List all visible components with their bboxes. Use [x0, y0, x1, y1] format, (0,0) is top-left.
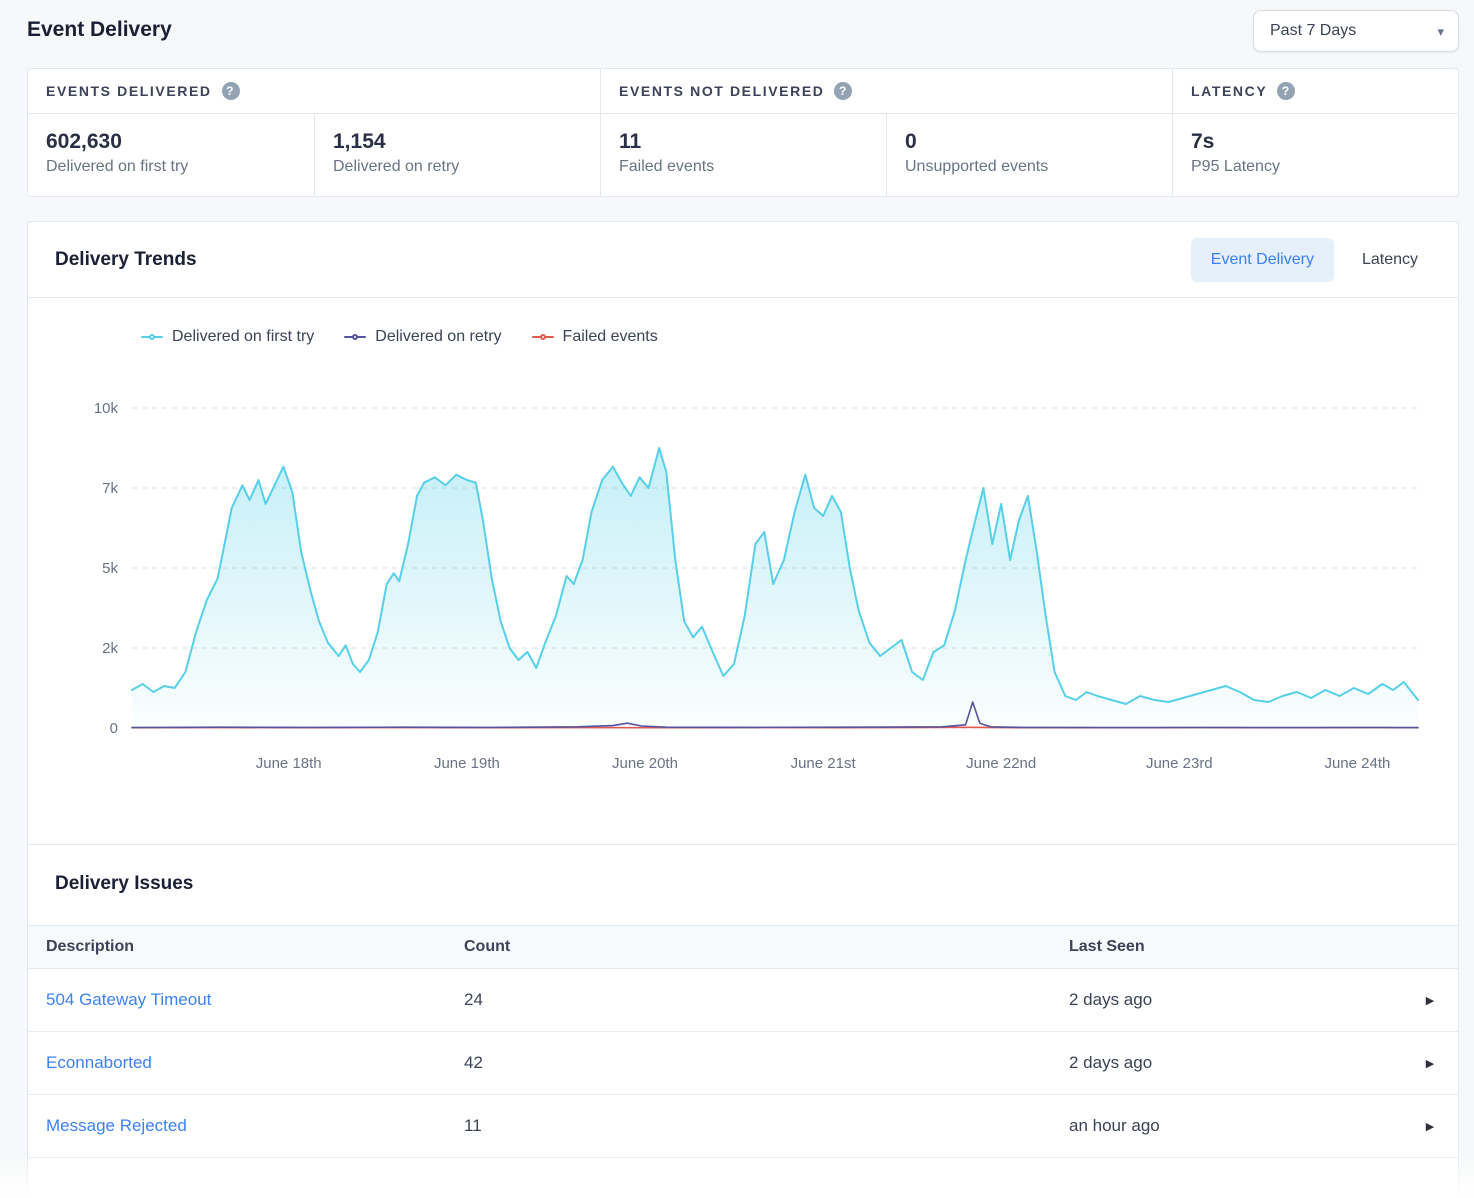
date-range-select[interactable]: Past 7 Days — [1253, 10, 1459, 52]
svg-text:June 21st: June 21st — [791, 755, 857, 772]
table-row[interactable]: 504 Gateway Timeout 24 2 days ago — [28, 969, 1458, 1032]
stats-values-row: 602,630 Delivered on first try 1,154 Del… — [28, 114, 1458, 196]
metric-p95-latency: 7s P95 Latency — [1172, 114, 1458, 196]
metric-unsupported-events: 0 Unsupported events — [886, 114, 1172, 196]
chevron-right-icon[interactable] — [1426, 1057, 1434, 1070]
svg-text:June 20th: June 20th — [612, 755, 678, 772]
svg-text:0: 0 — [110, 720, 118, 737]
legend-delivered-first-try[interactable]: Delivered on first try — [141, 328, 314, 346]
metric-delivered-retry: 1,154 Delivered on retry — [314, 114, 600, 196]
issue-last-seen: 2 days ago — [1069, 1053, 1402, 1073]
line-dot-marker-icon — [344, 333, 366, 341]
chevron-right-icon[interactable] — [1426, 994, 1434, 1007]
col-description: Description — [46, 938, 464, 956]
metric-value: 602,630 — [46, 130, 296, 154]
table-header-row: Description Count Last Seen — [28, 925, 1458, 969]
col-count: Count — [464, 938, 1069, 956]
svg-text:June 18th: June 18th — [256, 755, 322, 772]
chart-legend: Delivered on first try Delivered on retr… — [141, 328, 1458, 346]
legend-label: Delivered on retry — [375, 328, 501, 346]
line-dot-marker-icon — [532, 333, 554, 341]
legend-delivered-retry[interactable]: Delivered on retry — [344, 328, 501, 346]
issue-count: 11 — [464, 1116, 1069, 1136]
metric-label: Unsupported events — [905, 158, 1154, 176]
delivery-issues-table: Description Count Last Seen 504 Gateway … — [28, 925, 1458, 1158]
legend-label: Delivered on first try — [172, 328, 314, 346]
table-row[interactable]: Message Rejected 11 an hour ago — [28, 1095, 1458, 1158]
svg-text:2k: 2k — [102, 640, 118, 657]
trends-tabs: Event Delivery Latency — [1191, 238, 1438, 282]
help-icon[interactable] — [834, 82, 852, 100]
legend-failed-events[interactable]: Failed events — [532, 328, 658, 346]
tab-event-delivery[interactable]: Event Delivery — [1191, 238, 1334, 282]
metric-label: P95 Latency — [1191, 158, 1440, 176]
svg-text:5k: 5k — [102, 560, 118, 577]
help-icon[interactable] — [1277, 82, 1295, 100]
issue-link[interactable]: Econnaborted — [46, 1053, 464, 1073]
issue-link[interactable]: Message Rejected — [46, 1116, 464, 1136]
metric-failed-events: 11 Failed events — [600, 114, 886, 196]
svg-text:10k: 10k — [94, 400, 119, 417]
metric-delivered-first-try: 602,630 Delivered on first try — [28, 114, 314, 196]
events-delivered-title: EVENTS DELIVERED — [46, 83, 212, 99]
issue-count: 42 — [464, 1053, 1069, 1073]
events-not-delivered-title: EVENTS NOT DELIVERED — [619, 83, 824, 99]
svg-text:7k: 7k — [102, 480, 118, 497]
svg-text:June 22nd: June 22nd — [966, 755, 1036, 772]
trends-title: Delivery Trends — [55, 249, 197, 271]
metric-label: Delivered on retry — [333, 158, 582, 176]
chevron-down-icon — [1437, 25, 1444, 38]
stats-section-latency: LATENCY — [1172, 69, 1458, 113]
legend-label: Failed events — [563, 328, 658, 346]
issue-count: 24 — [464, 990, 1069, 1010]
svg-text:June 23rd: June 23rd — [1146, 755, 1213, 772]
help-icon[interactable] — [222, 82, 240, 100]
svg-text:June 19th: June 19th — [434, 755, 500, 772]
line-dot-marker-icon — [141, 333, 163, 341]
stats-summary-card: EVENTS DELIVERED EVENTS NOT DELIVERED LA… — [27, 68, 1459, 197]
chevron-right-icon[interactable] — [1426, 1120, 1434, 1133]
delivery-trends-card: Delivery Trends Event Delivery Latency D… — [27, 221, 1459, 1198]
metric-value: 11 — [619, 130, 868, 154]
page-title: Event Delivery — [27, 18, 172, 42]
col-last-seen: Last Seen — [1069, 938, 1402, 956]
stats-header-row: EVENTS DELIVERED EVENTS NOT DELIVERED LA… — [28, 69, 1458, 114]
date-range-value: Past 7 Days — [1270, 22, 1356, 40]
page-header: Event Delivery Past 7 Days — [27, 0, 1459, 68]
issue-last-seen: an hour ago — [1069, 1116, 1402, 1136]
svg-text:June 24th: June 24th — [1324, 755, 1390, 772]
metric-value: 7s — [1191, 130, 1440, 154]
metric-value: 0 — [905, 130, 1154, 154]
delivery-trends-chart: 0 2k 5k 7k 10k June 18th June 19th June 20th Jun… — [52, 394, 1434, 774]
metric-label: Delivered on first try — [46, 158, 296, 176]
stats-section-events-not-delivered: EVENTS NOT DELIVERED — [600, 69, 1172, 113]
table-row[interactable]: Econnaborted 42 2 days ago — [28, 1032, 1458, 1095]
tab-latency[interactable]: Latency — [1342, 238, 1438, 282]
delivery-issues-title: Delivery Issues — [28, 845, 1458, 925]
issue-link[interactable]: 504 Gateway Timeout — [46, 990, 464, 1010]
trends-header: Delivery Trends Event Delivery Latency — [28, 222, 1458, 298]
metric-label: Failed events — [619, 158, 868, 176]
latency-title: LATENCY — [1191, 83, 1267, 99]
issue-last-seen: 2 days ago — [1069, 990, 1402, 1010]
metric-value: 1,154 — [333, 130, 582, 154]
stats-section-events-delivered: EVENTS DELIVERED — [28, 69, 600, 113]
